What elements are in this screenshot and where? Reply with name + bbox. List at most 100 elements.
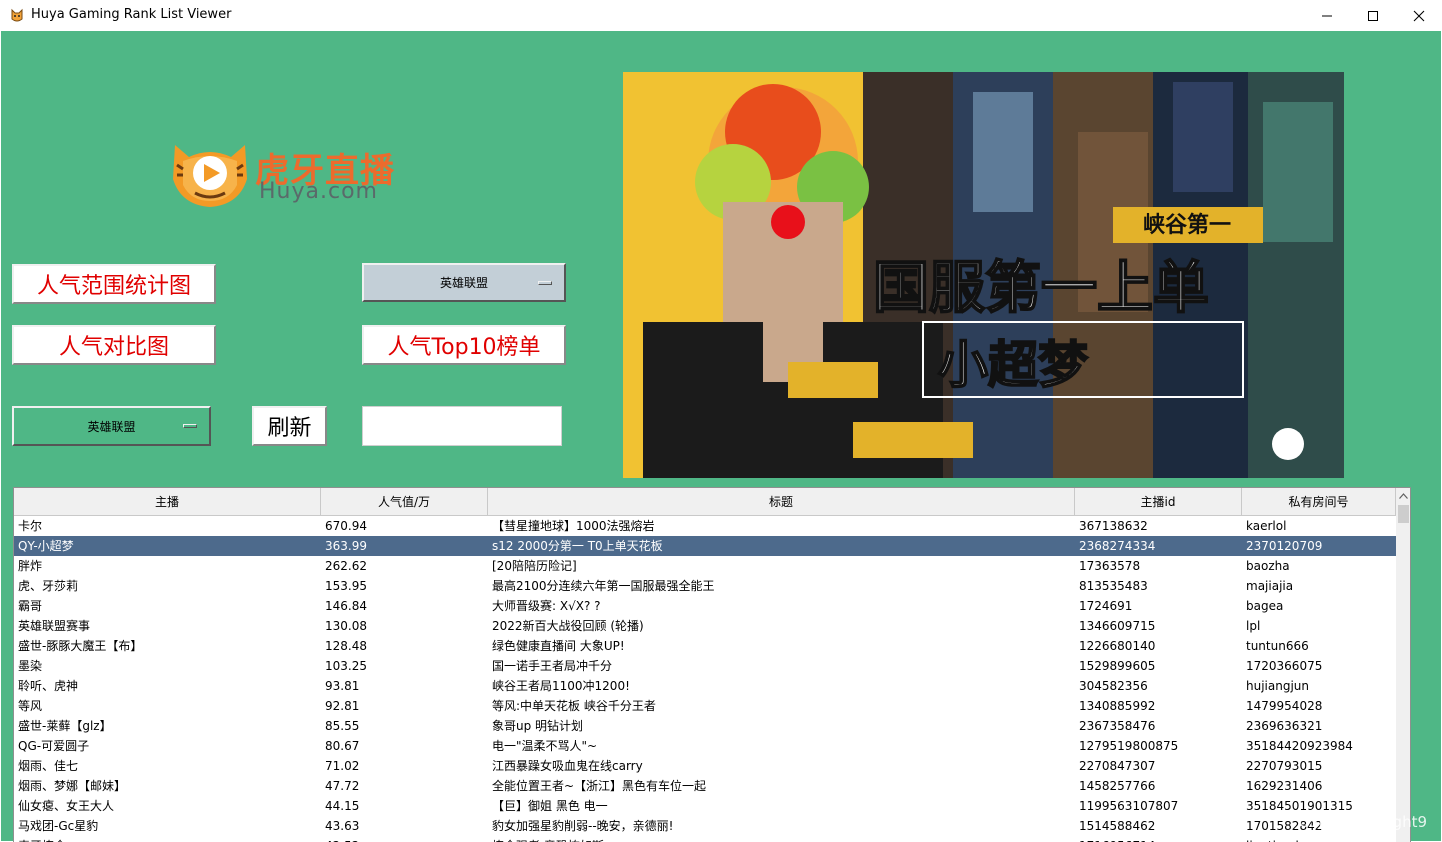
cell-room-number: 2270793015 <box>1246 759 1323 773</box>
popularity-range-chart-button[interactable]: 人气范围统计图 <box>12 264 216 304</box>
maximize-button[interactable] <box>1350 0 1396 31</box>
cell-streamer-id: 813535483 <box>1079 579 1148 593</box>
cell-title: 【彗星撞地球】1000法强熔岩 <box>492 519 655 533</box>
minimize-button[interactable] <box>1304 0 1350 31</box>
table-row[interactable]: 毒牙炼金42.52炼金强者 竟恐怖如斯1716956714lingtingduy… <box>14 836 1396 842</box>
column-header-streamer-id[interactable]: 主播id <box>1075 488 1242 516</box>
table-row[interactable]: 胖炸 262.62 [20陪陪历险记] 17363578 baozha <box>14 556 1396 576</box>
table-row[interactable]: 等风 92.81 等风:中单天花板 峡谷千分王者 1340885992 14799540… <box>14 696 1396 716</box>
cell-streamer: QG-可爱圆子 <box>18 739 90 753</box>
dropdown-indicator-icon <box>538 280 552 285</box>
table-row[interactable]: 仙女瘪、女王大人 44.15 【巨】御姐 黑色 电一 1199563107807 351… <box>14 796 1396 816</box>
cell-popularity: 42.52 <box>321 836 488 842</box>
table-row[interactable]: 聆听、虎神 93.81 峡谷王者局1100冲1200! 304582356 hujian… <box>14 676 1396 696</box>
cell-popularity: 128.48 <box>325 639 367 653</box>
cell-title: 江西暴躁女吸血鬼在线carry <box>492 759 643 773</box>
table-row[interactable]: QY-小超梦 363.99 s12 2000分第一 T0上单天花板 236827433… <box>14 536 1396 556</box>
cell-streamer-id: 1199563107807 <box>1079 799 1179 813</box>
dropdown-indicator-icon <box>183 424 197 428</box>
table-row[interactable]: 霸哥 146.84 大师晋级赛: X√X? ? 1724691 bagea <box>14 596 1396 616</box>
cell-streamer: 霸哥 <box>18 599 43 613</box>
cell-room-number: lpl <box>1246 619 1261 633</box>
cell-popularity: 670.94 <box>325 519 367 533</box>
cell-room-number: 1479954028 <box>1246 699 1323 713</box>
app-icon <box>9 7 25 23</box>
cell-title: 峡谷王者局1100冲1200! <box>492 679 630 693</box>
cell-streamer: 仙女瘪、女王大人 <box>18 799 115 813</box>
cell-room-number: bagea <box>1246 599 1284 613</box>
cell-streamer: 等风 <box>18 699 43 713</box>
cell-title: 炼金强者 竟恐怖如斯 <box>488 836 1075 842</box>
vertical-scrollbar[interactable] <box>1396 488 1410 842</box>
table-row[interactable]: 盛世-豚豚大魔王【布】 128.48 绿色健康直播间 大象UP! 1226680140… <box>14 636 1396 656</box>
column-header-streamer[interactable]: 主播 <box>14 488 321 516</box>
column-header-popularity[interactable]: 人气值/万 <box>321 488 488 516</box>
cell-popularity: 44.15 <box>325 799 360 813</box>
cell-streamer: 毒牙炼金 <box>14 836 321 842</box>
cell-title: 大师晋级赛: X√X? ? <box>492 599 601 613</box>
cell-room-number: 2369636321 <box>1246 719 1323 733</box>
column-header-room-number[interactable]: 私有房间号 <box>1242 488 1396 516</box>
table-row[interactable]: 烟雨、梦娜【邮妹】 47.72 全能位置王者~【浙江】黑色有车位一起 14582577… <box>14 776 1396 796</box>
table-row[interactable]: 盛世-莱藓【glz】 85.55 象哥up 明钻计划 2367358476 236963… <box>14 716 1396 736</box>
cell-popularity: 103.25 <box>325 659 367 673</box>
cell-popularity: 71.02 <box>325 759 360 773</box>
cell-title: 等风:中单天花板 峡谷千分王者 <box>492 699 656 713</box>
cell-streamer: QY-小超梦 <box>18 539 74 553</box>
table-row[interactable]: 墨染 103.25 国一诺手王者局冲千分 1529899605 1720366075 <box>14 656 1396 676</box>
cell-room-number: 35184420923984 <box>1246 739 1353 753</box>
cell-popularity: 130.08 <box>325 619 367 633</box>
cell-room-number: majiajia <box>1246 579 1294 593</box>
cell-streamer-id: 2368274334 <box>1079 539 1156 553</box>
banner-tag-text: 峡谷第一 <box>1143 212 1231 238</box>
cell-room-number: 2370120709 <box>1246 539 1323 553</box>
table-row[interactable]: 马戏团-Gc星豹 43.63 豹女加强星豹削弱--晚安，亲德丽! 1514588462… <box>14 816 1396 836</box>
refresh-button[interactable]: 刷新 <box>252 406 327 446</box>
scrollbar-thumb[interactable] <box>1398 505 1409 523</box>
cell-room-number: lingtingduya <box>1242 836 1396 842</box>
banner-streamer-name: 小超梦 <box>938 336 1088 394</box>
table-row[interactable]: 英雄联盟赛事 130.08 2022新百大战役回顾 (轮播) 1346609715 lp… <box>14 616 1396 636</box>
minimize-icon <box>1322 15 1332 16</box>
close-button[interactable] <box>1396 0 1442 31</box>
search-input[interactable] <box>362 406 562 446</box>
category-dropdown-left-value: 英雄联盟 <box>87 419 136 434</box>
cell-streamer-id: 367138632 <box>1079 519 1148 533</box>
cell-streamer: 马戏团-Gc星豹 <box>18 819 99 833</box>
cell-room-number: kaerlol <box>1246 519 1287 533</box>
table-row[interactable]: 虎、牙莎莉 153.95 最高2100分连续六年第一国服最强全能王 813535483… <box>14 576 1396 596</box>
cell-streamer-id: 1458257766 <box>1079 779 1156 793</box>
cell-room-number: 1629231406 <box>1246 779 1323 793</box>
cell-title: 电一"温柔不骂人"~ <box>492 739 598 753</box>
cell-popularity: 262.62 <box>325 559 367 573</box>
cell-streamer: 聆听、虎神 <box>18 679 79 693</box>
cell-streamer-id: 17363578 <box>1079 559 1141 573</box>
table-header: 主播 人气值/万 标题 主播id 私有房间号 <box>14 488 1396 516</box>
cell-room-number: tuntun666 <box>1246 639 1309 653</box>
category-dropdown-top-value: 英雄联盟 <box>439 276 488 290</box>
huya-mascot-icon <box>173 145 247 207</box>
cell-streamer: 英雄联盟赛事 <box>18 619 91 633</box>
rank-table[interactable]: 主播 人气值/万 标题 主播id 私有房间号 卡尔 670.94 【彗星撞地球】10… <box>13 487 1411 842</box>
table-row[interactable]: 烟雨、佳七 71.02 江西暴躁女吸血鬼在线carry 2270847307 22707… <box>14 756 1396 776</box>
cell-popularity: 363.99 <box>325 539 367 553</box>
table-row[interactable]: 卡尔 670.94 【彗星撞地球】1000法强熔岩 367138632 kaerlol <box>14 516 1396 536</box>
popularity-compare-chart-button[interactable]: 人气对比图 <box>12 325 216 365</box>
cell-streamer: 盛世-豚豚大魔王【布】 <box>18 639 143 653</box>
cell-streamer-id: 1529899605 <box>1079 659 1156 673</box>
maximize-icon <box>1368 10 1378 21</box>
category-dropdown-left[interactable]: 英雄联盟 <box>12 406 211 446</box>
table-row[interactable]: QG-可爱圆子 80.67 电一"温柔不骂人"~ 1279519800875 35184… <box>14 736 1396 756</box>
cell-title: 最高2100分连续六年第一国服最强全能王 <box>492 579 715 593</box>
cell-popularity: 85.55 <box>325 719 360 733</box>
top10-ranking-button[interactable]: 人气Top10榜单 <box>362 325 566 365</box>
cell-title: [20陪陪历险记] <box>492 559 577 573</box>
category-dropdown-top[interactable]: 英雄联盟 <box>362 263 566 302</box>
scroll-up-arrow-icon[interactable] <box>1396 488 1410 503</box>
cell-streamer: 卡尔 <box>18 519 43 533</box>
column-header-title[interactable]: 标题 <box>488 488 1075 516</box>
cell-streamer: 胖炸 <box>18 559 43 573</box>
cell-streamer-id: 2367358476 <box>1079 719 1156 733</box>
cell-title: 绿色健康直播间 大象UP! <box>492 639 625 653</box>
cell-streamer-id: 1279519800875 <box>1079 739 1179 753</box>
